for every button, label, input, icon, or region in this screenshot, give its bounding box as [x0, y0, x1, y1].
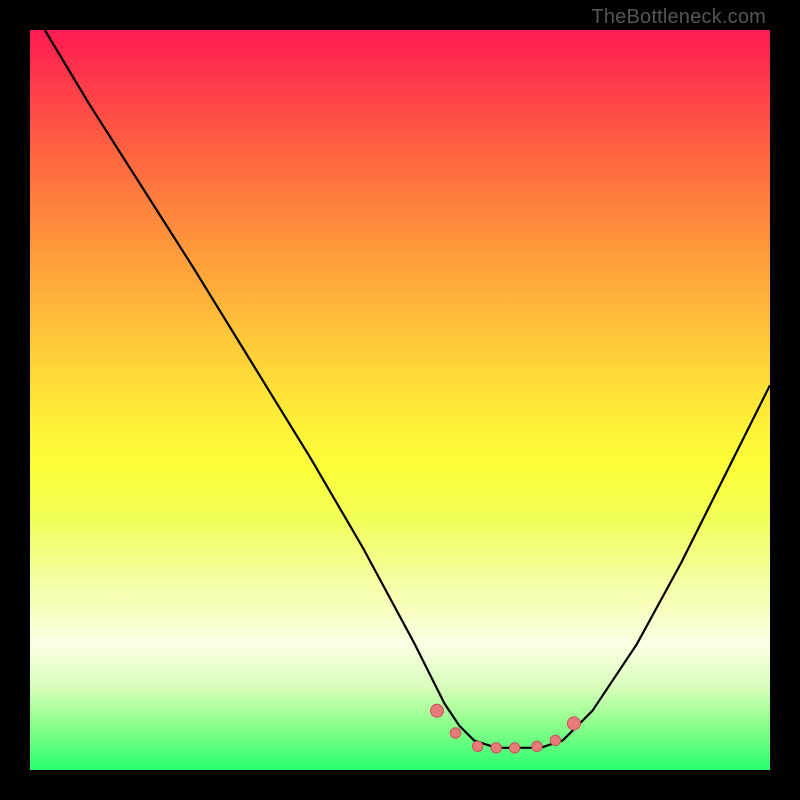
- bottleneck-curve: [30, 30, 770, 770]
- curve-marker: [431, 704, 444, 717]
- watermark-text: TheBottleneck.com: [591, 6, 766, 29]
- curve-marker: [491, 743, 501, 753]
- curve-marker: [510, 743, 520, 753]
- curve-path: [45, 30, 770, 748]
- curve-marker: [567, 717, 580, 730]
- plot-area: [30, 30, 770, 770]
- curve-marker: [473, 741, 483, 751]
- chart-frame: TheBottleneck.com: [0, 0, 800, 800]
- curve-marker: [450, 728, 460, 738]
- curve-marker: [532, 741, 542, 751]
- curve-marker: [550, 735, 560, 745]
- curve-markers: [431, 704, 581, 753]
